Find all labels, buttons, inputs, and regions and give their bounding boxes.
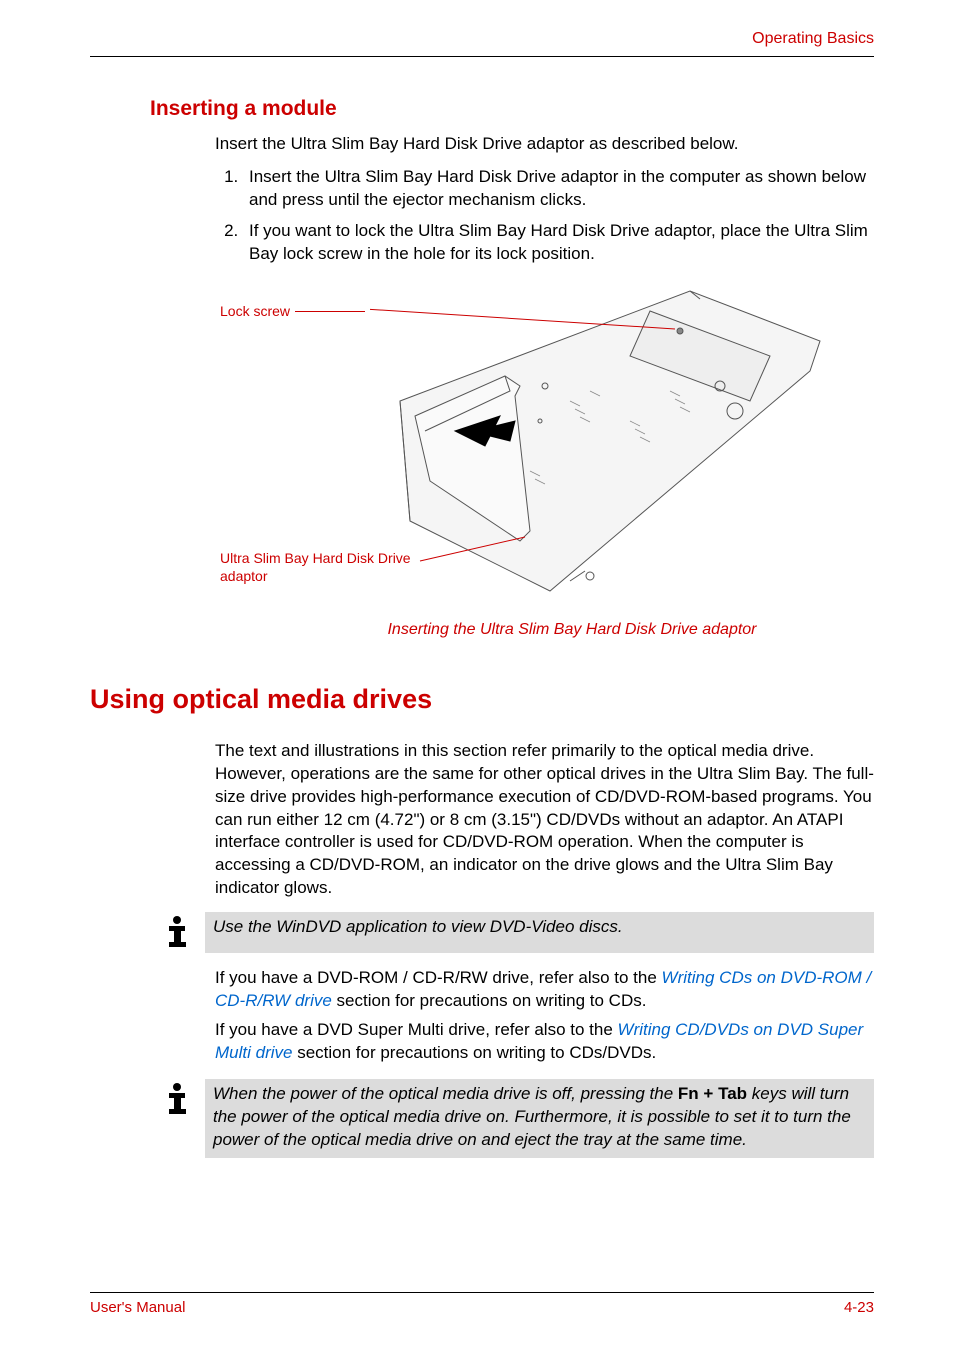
note-text: Use the WinDVD application to view DVD-V…: [205, 912, 874, 953]
steps-list: Insert the Ultra Slim Bay Hard Disk Driv…: [215, 166, 874, 266]
info-icon: [160, 1079, 205, 1158]
key-tab: Tab: [718, 1084, 747, 1103]
step-item: Insert the Ultra Slim Bay Hard Disk Driv…: [243, 166, 874, 212]
footer-divider: [90, 1292, 874, 1293]
intro-text: Insert the Ultra Slim Bay Hard Disk Driv…: [215, 133, 874, 156]
figure-illustration: Lock screw Ultra Slim Bay Hard Disk Driv…: [220, 281, 860, 621]
page-footer: User's Manual 4-23: [90, 1292, 874, 1316]
key-fn: Fn: [678, 1084, 699, 1103]
ref-text-post: section for precautions on writing to CD…: [332, 991, 647, 1010]
ref-text-pre: If you have a DVD-ROM / CD-R/RW drive, r…: [215, 968, 662, 987]
note-text: When the power of the optical media driv…: [205, 1079, 874, 1158]
figure-caption: Inserting the Ultra Slim Bay Hard Disk D…: [270, 621, 874, 639]
laptop-adaptor-illustration: [370, 281, 840, 601]
info-icon: [160, 912, 205, 953]
note-block: Use the WinDVD application to view DVD-V…: [160, 912, 874, 953]
ref-text-pre: If you have a DVD Super Multi drive, ref…: [215, 1020, 618, 1039]
reference-paragraph: If you have a DVD Super Multi drive, ref…: [215, 1019, 874, 1065]
section-body: The text and illustrations in this secti…: [215, 740, 874, 901]
note-block: When the power of the optical media driv…: [160, 1079, 874, 1158]
footer-page-number: 4-23: [844, 1299, 874, 1316]
header-section-label: Operating Basics: [90, 30, 874, 48]
ref-text-post: section for precautions on writing to CD…: [292, 1043, 656, 1062]
key-plus: +: [699, 1084, 718, 1103]
figure-leader-line: [295, 311, 365, 312]
header-divider: [90, 56, 874, 57]
subsection-heading: Inserting a module: [150, 97, 874, 121]
figure-label-lock-screw: Lock screw: [220, 303, 290, 319]
section-heading: Using optical media drives: [90, 684, 874, 715]
note-pre: When the power of the optical media driv…: [213, 1084, 678, 1103]
footer-manual-label: User's Manual: [90, 1299, 185, 1316]
reference-paragraph: If you have a DVD-ROM / CD-R/RW drive, r…: [215, 967, 874, 1013]
step-item: If you want to lock the Ultra Slim Bay H…: [243, 220, 874, 266]
